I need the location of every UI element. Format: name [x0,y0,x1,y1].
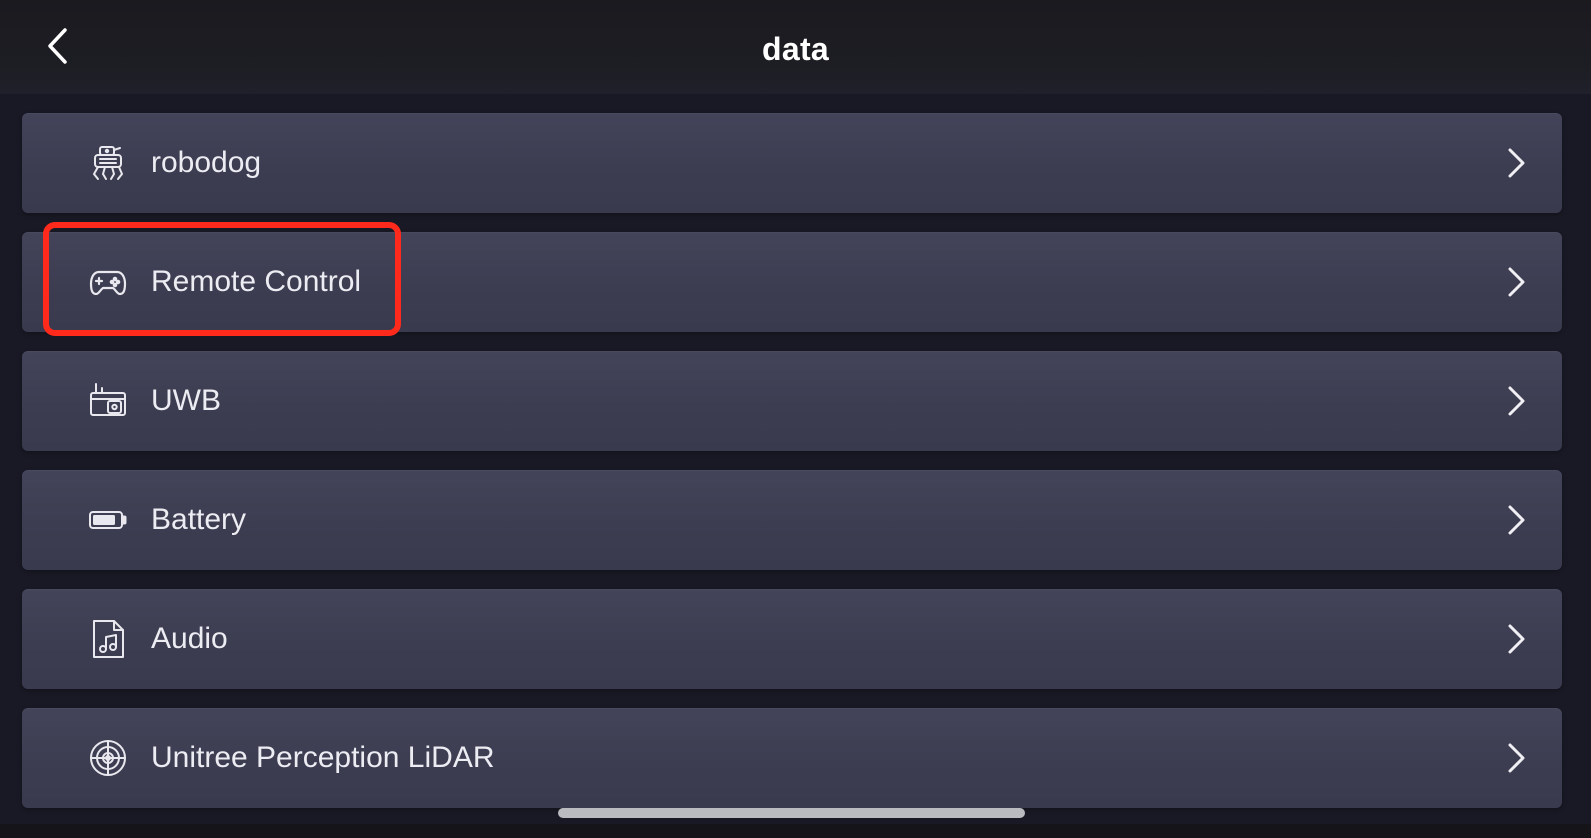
list-item-label: Unitree Perception LiDAR [151,741,495,774]
list-item-remote-control[interactable]: Remote Control [22,232,1562,332]
radar-icon [88,738,128,778]
chevron-right-icon [1504,147,1528,179]
home-indicator[interactable] [558,808,1025,818]
settings-list: robodog Remote Control UWB Battery Audio… [0,0,1591,838]
chevron-right-icon [1504,504,1528,536]
gamepad-icon [88,262,128,302]
chevron-right-icon [1504,742,1528,774]
music-file-icon [88,619,128,659]
list-item-audio[interactable]: Audio [22,589,1562,689]
list-item-label: robodog [151,146,262,179]
bottom-edge [0,824,1591,838]
chevron-right-icon [1504,385,1528,417]
robot-dog-icon [88,143,128,183]
list-item-battery[interactable]: Battery [22,470,1562,570]
list-item-label: Battery [151,503,247,536]
list-item-label: Remote Control [151,265,362,298]
list-item-label: Audio [151,622,228,655]
list-item-uwb[interactable]: UWB [22,351,1562,451]
list-item-lidar[interactable]: Unitree Perception LiDAR [22,708,1562,808]
battery-icon [88,500,128,540]
list-item-robodog[interactable]: robodog [22,113,1562,213]
chevron-right-icon [1504,623,1528,655]
uwb-module-icon [88,381,128,421]
chevron-right-icon [1504,266,1528,298]
list-item-label: UWB [151,384,221,417]
